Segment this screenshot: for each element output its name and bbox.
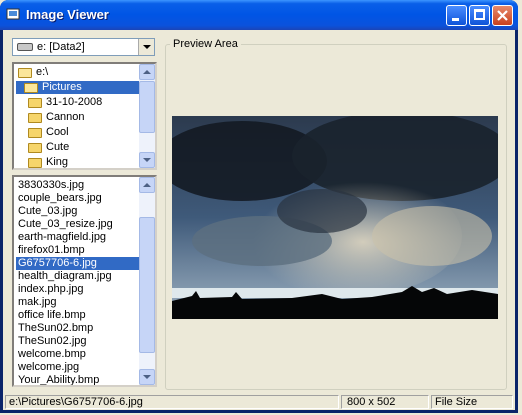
file-item[interactable]: TheSun02.bmp [18,322,93,335]
folder-icon [28,128,42,138]
close-icon [497,10,508,21]
dir-label: e:\ [36,66,49,78]
minimize-button[interactable] [446,5,467,26]
preview-image [172,116,498,319]
directory-list[interactable]: e:\ Pictures 31-10-2008 Cannon Cool Cute [12,62,157,170]
file-item[interactable]: TheSun02.jpg [18,335,87,348]
status-dimensions: 800 x 502 [341,395,429,409]
file-item[interactable]: firefox01.bmp [18,244,85,257]
dir-label: Pictures [42,81,82,93]
file-item[interactable]: office life.bmp [18,309,86,322]
file-item[interactable]: earth-magfield.jpg [18,231,106,244]
status-bar: e:\Pictures\G6757706-6.jpg 800 x 502 Fil… [3,394,515,410]
scroll-thumb[interactable] [139,81,155,133]
dir-item-selected[interactable]: Pictures [16,81,141,94]
preview-label: Preview Area [170,38,241,50]
close-button[interactable] [492,5,513,26]
status-path: e:\Pictures\G6757706-6.jpg [5,395,339,409]
folder-icon [28,158,42,168]
open-folder-icon [24,83,38,93]
file-item[interactable]: Cute_03.jpg [18,205,77,218]
dir-item[interactable]: King [16,156,141,168]
dir-label: Cute [46,141,70,153]
image-viewer-app-icon[interactable] [6,7,20,21]
window-title: Image Viewer [26,7,109,22]
drive-value: e: [Data2] [37,41,85,53]
scroll-down-button[interactable] [139,152,155,168]
folder-icon [28,113,42,123]
file-item[interactable]: health_diagram.jpg [18,270,112,283]
folder-icon [28,143,42,153]
file-list[interactable]: 3830330s.jpg couple_bears.jpg Cute_03.jp… [12,175,157,387]
folder-icon [28,98,42,108]
scroll-thumb[interactable] [139,217,155,353]
file-item[interactable]: welcome.bmp [18,348,86,361]
dir-item[interactable]: 31-10-2008 [16,96,141,109]
maximize-button[interactable] [469,5,490,26]
file-item[interactable]: mak.jpg [18,296,57,309]
image-viewer-window: Image Viewer e: [Data2] e:\ Pictures 31-… [0,0,518,413]
dir-label: 31-10-2008 [46,96,103,108]
scroll-down-button[interactable] [139,369,155,385]
dir-label: King [46,156,69,168]
maximize-icon [474,9,485,20]
file-item[interactable]: Cute_03_resize.jpg [18,218,113,231]
dir-item[interactable]: Cute [16,141,141,154]
client-area: e: [Data2] e:\ Pictures 31-10-2008 Canno… [3,30,515,410]
drive-dropdown-button[interactable] [138,39,154,55]
file-item-selected[interactable]: G6757706-6.jpg [16,257,142,270]
status-file-size: File Size [431,395,513,409]
file-item[interactable]: 3830330s.jpg [18,179,84,192]
dir-label: Cool [46,126,69,138]
directory-scrollbar[interactable] [139,64,155,168]
file-item[interactable]: index.php.jpg [18,283,83,296]
title-bar[interactable]: Image Viewer [0,0,518,30]
file-item[interactable]: Your_Ability.bmp [18,374,99,385]
file-list-scrollbar[interactable] [139,177,155,385]
file-item[interactable]: welcome.jpg [18,361,79,374]
file-item[interactable]: couple_bears.jpg [18,192,102,205]
dir-label: Cannon [46,111,85,123]
dir-item[interactable]: e:\ [16,66,141,79]
open-folder-icon [18,68,32,78]
scroll-up-button[interactable] [139,177,155,193]
dir-item[interactable]: Cannon [16,111,141,124]
stormy-sky-photo [172,116,498,319]
dir-item[interactable]: Cool [16,126,141,139]
minimize-icon [452,18,459,21]
drive-selector[interactable]: e: [Data2] [12,38,155,56]
scroll-up-button[interactable] [139,64,155,80]
drive-icon [17,43,33,51]
